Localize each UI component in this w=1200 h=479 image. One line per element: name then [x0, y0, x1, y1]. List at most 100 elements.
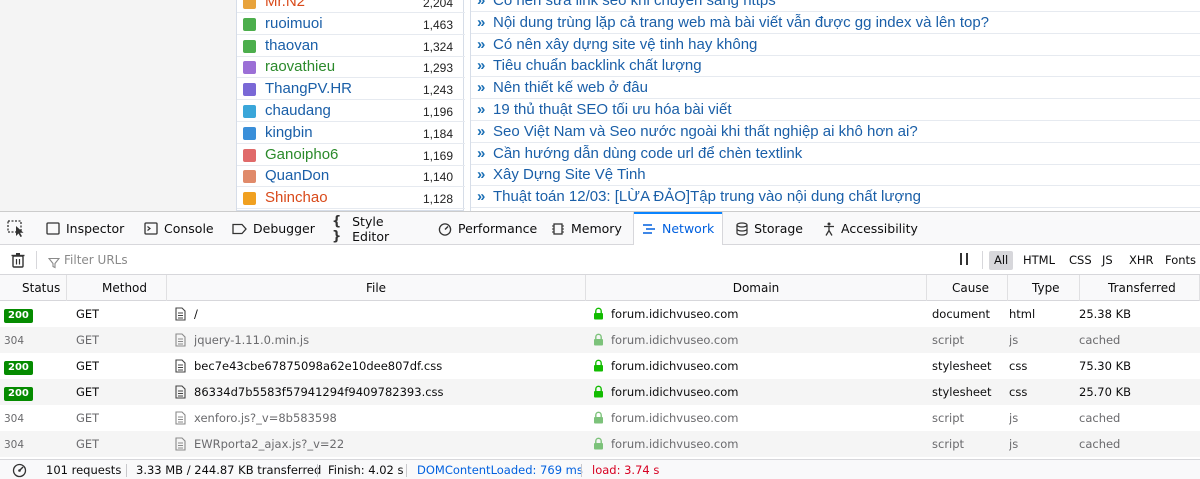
lock-icon — [593, 385, 604, 398]
double-arrow-icon: » — [477, 0, 486, 9]
type-cell: html — [1009, 307, 1036, 321]
thread-title-link[interactable]: Seo Việt Nam và Seo nước ngoài khi thất … — [493, 123, 918, 141]
user-rank-icon — [243, 126, 256, 140]
username-link[interactable]: Mr.N2 — [265, 0, 305, 11]
post-count: 1,128 — [422, 192, 453, 207]
username-link[interactable]: chaudang — [265, 102, 331, 120]
type-cell: css — [1009, 385, 1028, 399]
tab-inspector[interactable]: Inspector — [38, 212, 130, 245]
thread-title-link[interactable]: Nội dung trùng lặp cả trang web mà bài v… — [493, 14, 989, 32]
filter-type-css[interactable]: CSS — [1064, 251, 1097, 270]
tab-memory[interactable]: Memory — [543, 212, 627, 245]
username-link[interactable]: Shinchao — [265, 189, 328, 207]
status-badge: 200 — [4, 309, 33, 323]
performance-icon — [438, 221, 452, 237]
tab-storage[interactable]: Storage — [727, 212, 811, 245]
username-link[interactable]: thaovan — [265, 37, 318, 55]
post-count: 2,204 — [422, 0, 453, 10]
domain-cell: forum.idichvuseo.com — [611, 359, 739, 373]
cause-cell: script — [932, 411, 965, 425]
column-header-transferred[interactable]: Transferred — [1080, 275, 1200, 301]
tab-label: Style Editor — [352, 213, 390, 244]
thread-title-link[interactable]: Thuật toán 12/03: [LỪA ĐẢO]Tập trung vào… — [493, 188, 921, 206]
filter-type-xhr[interactable]: XHR — [1124, 251, 1159, 270]
status-cell: 200 — [4, 353, 33, 379]
domain-cell: forum.idichvuseo.com — [611, 385, 739, 399]
status-badge: 304 — [4, 335, 25, 347]
memory-icon — [551, 221, 565, 237]
dom-content-loaded-time: DOMContentLoaded: 769 ms — [417, 463, 583, 477]
lock-icon — [593, 411, 604, 424]
column-header-type[interactable]: Type — [1008, 275, 1080, 301]
username-link[interactable]: Ganoipho6 — [265, 146, 338, 164]
double-arrow-icon: » — [477, 35, 486, 53]
tab-label: Performance — [458, 221, 538, 236]
thread-title-link[interactable]: Có nên sửa link seo khi chuyển sang http… — [493, 0, 776, 10]
filter-type-all[interactable]: All — [989, 251, 1014, 270]
column-header-status[interactable]: Status — [0, 275, 67, 301]
username-link[interactable]: ruoimuoi — [265, 15, 323, 33]
column-header-method[interactable]: Method — [67, 275, 167, 301]
trash-icon[interactable] — [10, 252, 26, 268]
transferred-cell: 25.38 KB — [1079, 307, 1132, 321]
file-icon — [175, 385, 186, 399]
status-cell: 200 — [4, 301, 33, 327]
load-time: load: 3.74 s — [592, 463, 660, 477]
devtools-toolbar: Inspector Console Debugger { } Style Editor P… — [0, 212, 1200, 245]
domain-cell: forum.idichvuseo.com — [611, 307, 739, 321]
user-rank-icon — [243, 148, 256, 162]
performance-analysis-icon[interactable] — [12, 463, 27, 478]
thread-title-link[interactable]: 19 thủ thuật SEO tối ưu hóa bài viết — [493, 101, 732, 119]
column-header-domain[interactable]: Domain — [586, 275, 927, 301]
username-link[interactable]: raovathieu — [265, 58, 335, 76]
thread-title-link[interactable]: Nên thiết kế web ở đâu — [493, 79, 648, 97]
web-page-viewport: Mr.N2 2,204 ruoimuoi 1,463 thaovan 1,324 raova… — [0, 0, 1200, 211]
status-cell: 304 — [4, 431, 24, 457]
request-row[interactable]: 304 GET jquery-1.11.0.min.js forum.idichvus… — [0, 327, 1200, 353]
pause-icon[interactable] — [958, 253, 970, 267]
top-poster-row: raovathieu 1,293 — [237, 56, 465, 79]
tab-network[interactable]: Network — [633, 212, 723, 245]
username-link[interactable]: kingbin — [265, 124, 313, 142]
request-table-header: Status Method File Domain Cause Type Transferr… — [0, 275, 1200, 301]
username-link[interactable]: QuanDon — [265, 167, 329, 185]
request-row[interactable]: 304 GET EWRporta2_ajax.js?_v=22 forum.idich… — [0, 431, 1200, 457]
filter-urls-input[interactable] — [64, 250, 664, 270]
request-row[interactable]: 304 GET xenforo.js?_v=8b583598 forum.idichv… — [0, 405, 1200, 431]
thread-title-link[interactable]: Tiêu chuẩn backlink chất lượng — [493, 57, 702, 75]
request-row[interactable]: 200 GET / forum.idichvuseo.com document html 2… — [0, 301, 1200, 327]
request-count: 101 requests — [46, 463, 122, 477]
column-header-file[interactable]: File — [167, 275, 586, 301]
request-row[interactable]: 200 GET bec7e43cbe67875098a62e10dee807df.c… — [0, 353, 1200, 379]
thread-title-link[interactable]: Xây Dựng Site Vệ Tinh — [493, 166, 646, 184]
type-cell: js — [1009, 333, 1019, 347]
request-row[interactable]: 200 GET 86334d7b5583f57941294f9409782393.c… — [0, 379, 1200, 405]
thread-title-link[interactable]: Cần hướng dẫn dùng code url để chèn text… — [493, 145, 802, 163]
top-poster-row: chaudang 1,196 — [237, 100, 465, 122]
tab-label: Inspector — [66, 221, 125, 236]
thread-row: » Xây Dựng Site Vệ Tinh — [471, 164, 1200, 187]
top-poster-row: Shinchao 1,128 — [237, 187, 465, 210]
tab-style-editor[interactable]: { } Style Editor — [324, 212, 424, 245]
username-link[interactable]: ThangPV.HR — [265, 80, 352, 98]
tab-performance[interactable]: Performance — [430, 212, 538, 245]
double-arrow-icon: » — [477, 166, 486, 184]
method-cell: GET — [76, 411, 100, 425]
post-count: 1,293 — [422, 61, 453, 76]
tab-console[interactable]: Console — [136, 212, 218, 245]
filter-type-fonts[interactable]: Fonts — [1160, 251, 1200, 270]
style-editor-icon: { } — [332, 213, 342, 244]
tab-accessibility[interactable]: Accessibility — [815, 212, 921, 245]
filter-type-html[interactable]: HTML — [1018, 251, 1060, 270]
cause-cell: script — [932, 333, 965, 347]
new-threads-list: » Có nên sửa link seo khi chuyển sang htt… — [470, 0, 1200, 211]
thread-title-link[interactable]: Có nên xây dựng site vệ tinh hay không — [493, 36, 757, 54]
element-picker-icon[interactable] — [6, 218, 28, 238]
double-arrow-icon: » — [477, 79, 486, 97]
column-header-cause[interactable]: Cause — [927, 275, 1008, 301]
filter-type-js[interactable]: JS — [1097, 251, 1118, 270]
post-count: 1,169 — [422, 148, 453, 163]
tab-label: Debugger — [253, 221, 315, 236]
post-count: 1,243 — [422, 83, 453, 98]
tab-debugger[interactable]: Debugger — [224, 212, 320, 245]
